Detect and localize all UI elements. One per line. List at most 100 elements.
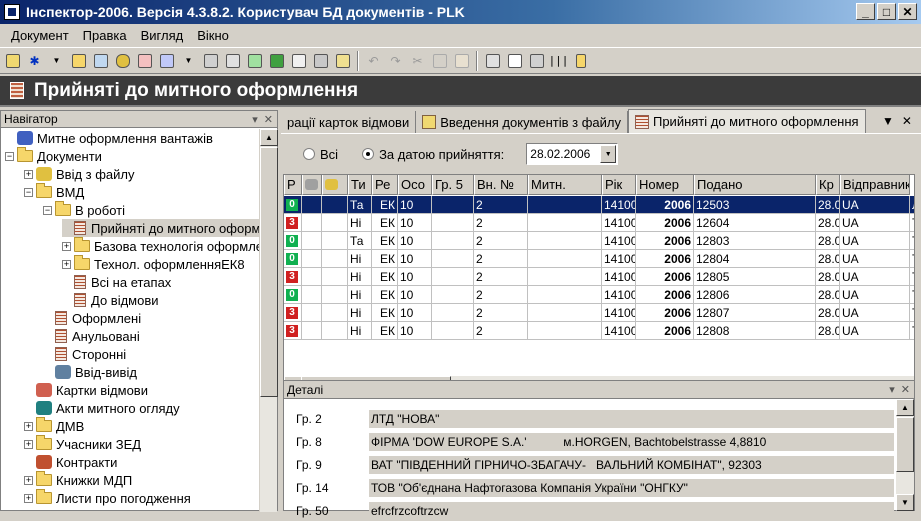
export-icon[interactable] <box>91 51 110 70</box>
date-picker[interactable]: 28.02.2006 ▼ <box>526 143 619 165</box>
menu-document[interactable]: Документ <box>4 28 76 43</box>
dropdown-arrow-icon[interactable]: ▼ <box>179 51 198 70</box>
refresh-icon[interactable] <box>245 51 264 70</box>
radio-all[interactable] <box>303 148 315 160</box>
close-button[interactable]: ✕ <box>898 3 917 20</box>
detail-value[interactable]: ВАТ "ПІВДЕННИЙ ГІРНИЧО-ЗБАГАЧУ- ВАЛЬНИЙ … <box>369 456 894 474</box>
expand-icon[interactable]: + <box>24 475 33 485</box>
pin-icon[interactable]: ▾ <box>889 383 895 396</box>
collapse-icon[interactable]: − <box>24 187 33 197</box>
collapse-icon[interactable]: − <box>5 151 14 161</box>
tree-item[interactable]: + Базова технологія оформлення <box>62 237 259 255</box>
tools-icon[interactable] <box>201 51 220 70</box>
scroll-thumb[interactable] <box>260 147 278 397</box>
documents-icon[interactable] <box>483 51 502 70</box>
column-header[interactable]: Гр. 5 <box>432 175 474 195</box>
tree-item[interactable]: + Учасники ЗЕД <box>24 435 141 453</box>
column-header[interactable]: Ти <box>348 175 372 195</box>
tree-item[interactable]: + Ввід з файлу <box>24 165 135 183</box>
tree-item[interactable]: Контракти <box>24 453 117 471</box>
scroll-down-icon[interactable]: ▼ <box>896 494 914 511</box>
open-folder-icon[interactable] <box>69 51 88 70</box>
tab-close-icon[interactable]: ✕ <box>902 114 912 128</box>
tree-item[interactable]: − ВМД <box>24 183 84 201</box>
close-icon[interactable]: ✕ <box>901 383 910 396</box>
expand-icon[interactable]: + <box>24 493 33 503</box>
open-db-icon[interactable] <box>3 51 22 70</box>
column-header[interactable]: Осо <box>398 175 432 195</box>
new-icon[interactable]: ✱ <box>25 51 44 70</box>
expand-icon[interactable]: + <box>62 241 71 251</box>
undo-icon[interactable]: ↶ <box>364 51 383 70</box>
column-header[interactable]: Ре <box>372 175 398 195</box>
report-icon[interactable] <box>505 51 524 70</box>
column-header[interactable]: Номер <box>636 175 694 195</box>
detail-value[interactable]: ЛТД "НОВА" <box>369 410 894 428</box>
redo-icon[interactable]: ↷ <box>386 51 405 70</box>
details-scrollbar[interactable]: ▲ ▼ <box>896 399 914 511</box>
tab-menu-icon[interactable]: ▼ <box>882 114 894 128</box>
tree-item[interactable]: Прийняті до митного оформлення <box>62 219 259 237</box>
cut-icon[interactable]: ✂ <box>408 51 427 70</box>
tree-item[interactable]: + Книжки МДП <box>24 471 132 489</box>
table-row[interactable]: 0 ТаЕК10 2 14100001020061280328.02.2006 10:… <box>284 232 914 250</box>
tree-item[interactable]: + Технол. оформленняЕК8 <box>62 255 245 273</box>
detail-value[interactable]: ТОВ "Об'єднана Нафтогазова Компанія Укра… <box>369 479 894 497</box>
tab[interactable]: Прийняті до митного оформлення <box>627 109 866 133</box>
scroll-thumb[interactable] <box>896 417 914 472</box>
detail-value[interactable]: efrcfrzcoftrzcw <box>369 502 894 520</box>
table-row[interactable]: 0 НіЕК10 2 14100001020061280428.02.2006 11:… <box>284 250 914 268</box>
copy-doc-icon[interactable] <box>223 51 242 70</box>
detail-value[interactable]: ФІРМА 'DOW EUROPE S.A.' м.HORGEN, Bachto… <box>369 433 894 451</box>
tree-item[interactable]: Оформлені <box>43 309 141 327</box>
tree-item[interactable]: Всі на етапах <box>62 273 171 291</box>
column-header[interactable]: Рік <box>602 175 636 195</box>
tree-item[interactable]: Сторонні <box>43 345 126 363</box>
dropdown-arrow-icon[interactable]: ▼ <box>47 51 66 70</box>
tree-item[interactable]: Ввід-вивід <box>43 363 137 381</box>
collapse-icon[interactable]: − <box>43 205 52 215</box>
new-doc-icon[interactable] <box>157 51 176 70</box>
tree-item[interactable]: − В роботі <box>43 201 125 219</box>
scroll-up-icon[interactable]: ▲ <box>260 129 278 146</box>
column-header[interactable]: Митн. <box>528 175 602 195</box>
expand-icon[interactable]: + <box>24 421 33 431</box>
column-header[interactable]: Вн. № <box>474 175 528 195</box>
column-header[interactable]: Подано <box>694 175 816 195</box>
preview-icon[interactable] <box>289 51 308 70</box>
column-header[interactable]: Відправник <box>840 175 910 195</box>
tree-item[interactable]: − Документи <box>5 147 102 165</box>
chevron-down-icon[interactable]: ▼ <box>600 145 617 163</box>
excel-icon[interactable] <box>267 51 286 70</box>
table-row[interactable]: 3 НіЕК10 2 14100001020061280528.02.2006 11:… <box>284 268 914 286</box>
tree-icon[interactable] <box>571 51 590 70</box>
tree-item[interactable]: Митне оформлення вантажів <box>5 129 213 147</box>
tree-item[interactable]: Акти митного огляду <box>24 399 180 417</box>
barcode-icon[interactable]: ||| <box>549 51 569 70</box>
table-row[interactable]: 0 НіЕК10 2 14100001020061280628.02.2006 12:… <box>284 286 914 304</box>
tree-item[interactable]: + ДМВ <box>24 417 84 435</box>
copy-icon[interactable] <box>430 51 449 70</box>
menu-view[interactable]: Вигляд <box>134 28 191 43</box>
expand-icon[interactable]: + <box>62 259 71 269</box>
tree-item[interactable]: До відмови <box>62 291 159 309</box>
menu-window[interactable]: Вікно <box>190 28 236 43</box>
print-icon[interactable] <box>311 51 330 70</box>
tree-item[interactable]: Картки відмови <box>24 381 148 399</box>
table-row[interactable]: 3 НіЕК10 2 14100001020061260428.02.2006 11:… <box>284 214 914 232</box>
tree-item[interactable]: + Листи про погодження <box>24 489 191 507</box>
navigator-scrollbar[interactable]: ▲ <box>259 129 278 512</box>
column-header[interactable] <box>302 175 322 195</box>
send-icon[interactable] <box>333 51 352 70</box>
close-icon[interactable]: ✕ <box>264 113 273 126</box>
expand-icon[interactable]: + <box>24 439 33 449</box>
pin-icon[interactable]: ▾ <box>252 113 258 126</box>
tree-item[interactable]: Анульовані <box>43 327 140 345</box>
maximize-button[interactable]: □ <box>877 3 896 20</box>
tab[interactable]: Введення документів з файлу <box>416 111 628 133</box>
menu-edit[interactable]: Правка <box>76 28 134 43</box>
table-row[interactable]: 3 НіЕК10 2 14100001020061280828.02.2006 15:… <box>284 322 914 340</box>
expand-icon[interactable]: + <box>24 169 33 179</box>
paste-icon[interactable] <box>452 51 471 70</box>
table-row[interactable]: 3 НіЕК10 2 14100001020061280728.02.2006 13:… <box>284 304 914 322</box>
